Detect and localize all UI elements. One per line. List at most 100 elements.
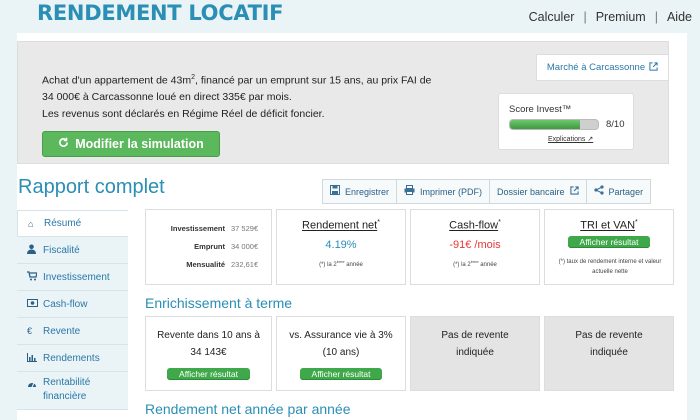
nav-premium[interactable]: Premium [596, 10, 646, 24]
investissement-value: 37 529€ [231, 224, 259, 233]
sidebar-item-label: Investissement [43, 271, 110, 283]
investment-summary-card: Investissement 37 529€ Emprunt 34 000€ Men… [145, 209, 272, 285]
nav-separator: | [583, 10, 587, 24]
refresh-icon [58, 137, 69, 151]
mensualite-value: 232,61€ [231, 260, 259, 269]
enrichissement-line1: Pas de revente [441, 330, 509, 341]
sidebar-item-investissement[interactable]: Investissement [17, 264, 128, 291]
enrichissement-line2: (10 ans) [322, 347, 360, 358]
enrichissement-text: Pas de revente indiquée [411, 327, 539, 361]
sidebar-item-label: Cash-flow [43, 298, 88, 310]
dossier-label: Dossier bancaire [497, 186, 565, 197]
external-link-icon: ↗ [587, 136, 594, 143]
enrichissement-section-title: Enrichissement à terme [145, 295, 293, 311]
sidebar-item-label: Résumé [44, 218, 82, 229]
modify-simulation-label: Modifier la simulation [75, 137, 204, 151]
rendement-net-value: 4.19% [325, 239, 357, 251]
enrichissement-line2: indiquée [456, 347, 494, 358]
description-line3: Les revenus sont déclarés en Régime Réel… [42, 107, 325, 120]
cashflow-note: (*) la 2ème année [411, 259, 539, 268]
rendement-net-title[interactable]: Rendement net* [277, 219, 405, 232]
sidebar-item-resume[interactable]: ⌂ Résumé [17, 210, 128, 237]
note-text: (*) la 2 [319, 262, 337, 268]
report-actions: Enregistrer Imprimer (PDF) Dossier banca… [322, 179, 652, 204]
save-label: Enregistrer [345, 186, 390, 197]
cashflow-title[interactable]: Cash-flow* [411, 219, 539, 232]
emprunt-label: Emprunt [194, 242, 225, 251]
enrichissement-card-assurance-vie: vs. Assurance vie à 3% (10 ans) Afficher … [276, 316, 406, 391]
show-result-button[interactable]: Afficher résultat [299, 368, 383, 380]
enrichissement-line2: indiquée [590, 347, 628, 358]
rendement-net-note: (*) la 2ème année [277, 259, 405, 268]
mensualite-row: Mensualité 232,61€ [150, 260, 268, 269]
description-line1-end: , financé par un emprunt sur 15 ans, au … [195, 74, 432, 87]
enrichissement-text: Revente dans 10 ans à 34 143€ [146, 327, 271, 361]
enrichissement-text: vs. Assurance vie à 3% (10 ans) [277, 327, 405, 361]
simulation-description: Achat d'un appartement de 43m2, financé … [42, 70, 482, 122]
nav-separator: | [654, 10, 658, 24]
print-pdf-button[interactable]: Imprimer (PDF) [397, 180, 491, 203]
save-icon [330, 185, 340, 198]
print-icon [404, 185, 415, 198]
marche-carcassonne-link[interactable]: Marché à Carcassonne [536, 54, 669, 81]
asterisk: * [498, 219, 501, 226]
page-scroll-strip [688, 33, 700, 420]
enrichissement-button-wrap: Afficher résultat [277, 364, 405, 382]
nav-calculer[interactable]: Calculer [529, 10, 575, 24]
score-value: 8/10 [606, 119, 625, 130]
logo[interactable]: RENDEMENT LOCATIF [37, 1, 284, 25]
rendement-annuel-section-title: Rendement net année par année [145, 401, 351, 417]
description-line1: Achat d'un appartement de 43m [42, 74, 192, 87]
mensualite-label: Mensualité [186, 260, 225, 269]
enrichissement-card-empty: Pas de revente indiquée [410, 316, 540, 391]
page-title: Rapport complet [18, 176, 165, 198]
sidebar-item-label: Rendements [43, 352, 100, 364]
note-ordinal: ème [336, 259, 345, 264]
enrichissement-card-revente: Revente dans 10 ans à 34 143€ Afficher ré… [145, 316, 272, 391]
enrichissement-line1: Pas de revente [575, 330, 643, 341]
cashflow-card: Cash-flow* -91€ /mois (*) la 2ème année [410, 209, 540, 285]
note-text-end: année [478, 262, 497, 268]
sidebar-item-fiscalite[interactable]: Fiscalité [17, 237, 128, 264]
sidebar-item-rentabilite[interactable]: Rentabilité financière [17, 372, 128, 410]
enrichissement-line1: Revente dans 10 ans à [157, 330, 260, 341]
explanations-label: Explications [548, 136, 586, 143]
emprunt-row: Emprunt 34 000€ [150, 242, 268, 251]
report-sidebar: ⌂ Résumé Fiscalité Investissement Cash-f… [17, 210, 128, 410]
cart-icon [27, 271, 38, 283]
note-ordinal: ème [470, 259, 479, 264]
external-link-icon [649, 61, 658, 74]
print-label: Imprimer (PDF) [420, 186, 483, 197]
simulation-banner: Achat d'un appartement de 43m2, financé … [17, 41, 669, 164]
tri-van-title-text: TRI et VAN [580, 219, 636, 232]
save-button[interactable]: Enregistrer [323, 180, 398, 203]
cashflow-title-text: Cash-flow [449, 219, 499, 232]
description-line2: 34 000€ à Carcassonne loué en direct 335… [42, 91, 292, 103]
nav-aide[interactable]: Aide [667, 10, 692, 24]
show-result-button[interactable]: Afficher résultat [167, 368, 250, 380]
sidebar-item-label: Rentabilité financière [43, 377, 91, 402]
dossier-bancaire-button[interactable]: Dossier bancaire [490, 180, 587, 203]
sidebar-item-rendements[interactable]: Rendements [17, 345, 128, 372]
sidebar-item-cashflow[interactable]: Cash-flow [17, 291, 128, 318]
asterisk: * [635, 219, 638, 226]
share-button[interactable]: Partager [586, 180, 651, 203]
enrichissement-text: Pas de revente indiquée [545, 327, 673, 361]
score-title: Score Invest™ [509, 104, 572, 115]
score-explanations-link[interactable]: Explications ↗ [548, 135, 593, 143]
investissement-label: Investissement [170, 224, 225, 233]
external-link-icon [569, 185, 579, 198]
modify-simulation-button[interactable]: Modifier la simulation [42, 131, 220, 157]
sidebar-item-revente[interactable]: € Revente [17, 318, 128, 345]
sidebar-item-label: Fiscalité [43, 244, 80, 256]
tri-van-title[interactable]: TRI et VAN* [545, 219, 673, 232]
score-progress-bar [509, 119, 599, 130]
dashboard-icon [27, 378, 37, 392]
tri-van-show-result-button[interactable]: Afficher résultat [567, 236, 651, 248]
score-invest-box: Score Invest™ 8/10 Explications ↗ [498, 93, 634, 150]
home-icon: ⌂ [28, 218, 34, 229]
rendement-net-card: Rendement net* 4.19% (*) la 2ème année [276, 209, 406, 285]
user-icon [27, 244, 37, 256]
tri-van-show-wrap: Afficher résultat [545, 236, 673, 248]
enrichissement-button-wrap: Afficher résultat [146, 364, 271, 382]
